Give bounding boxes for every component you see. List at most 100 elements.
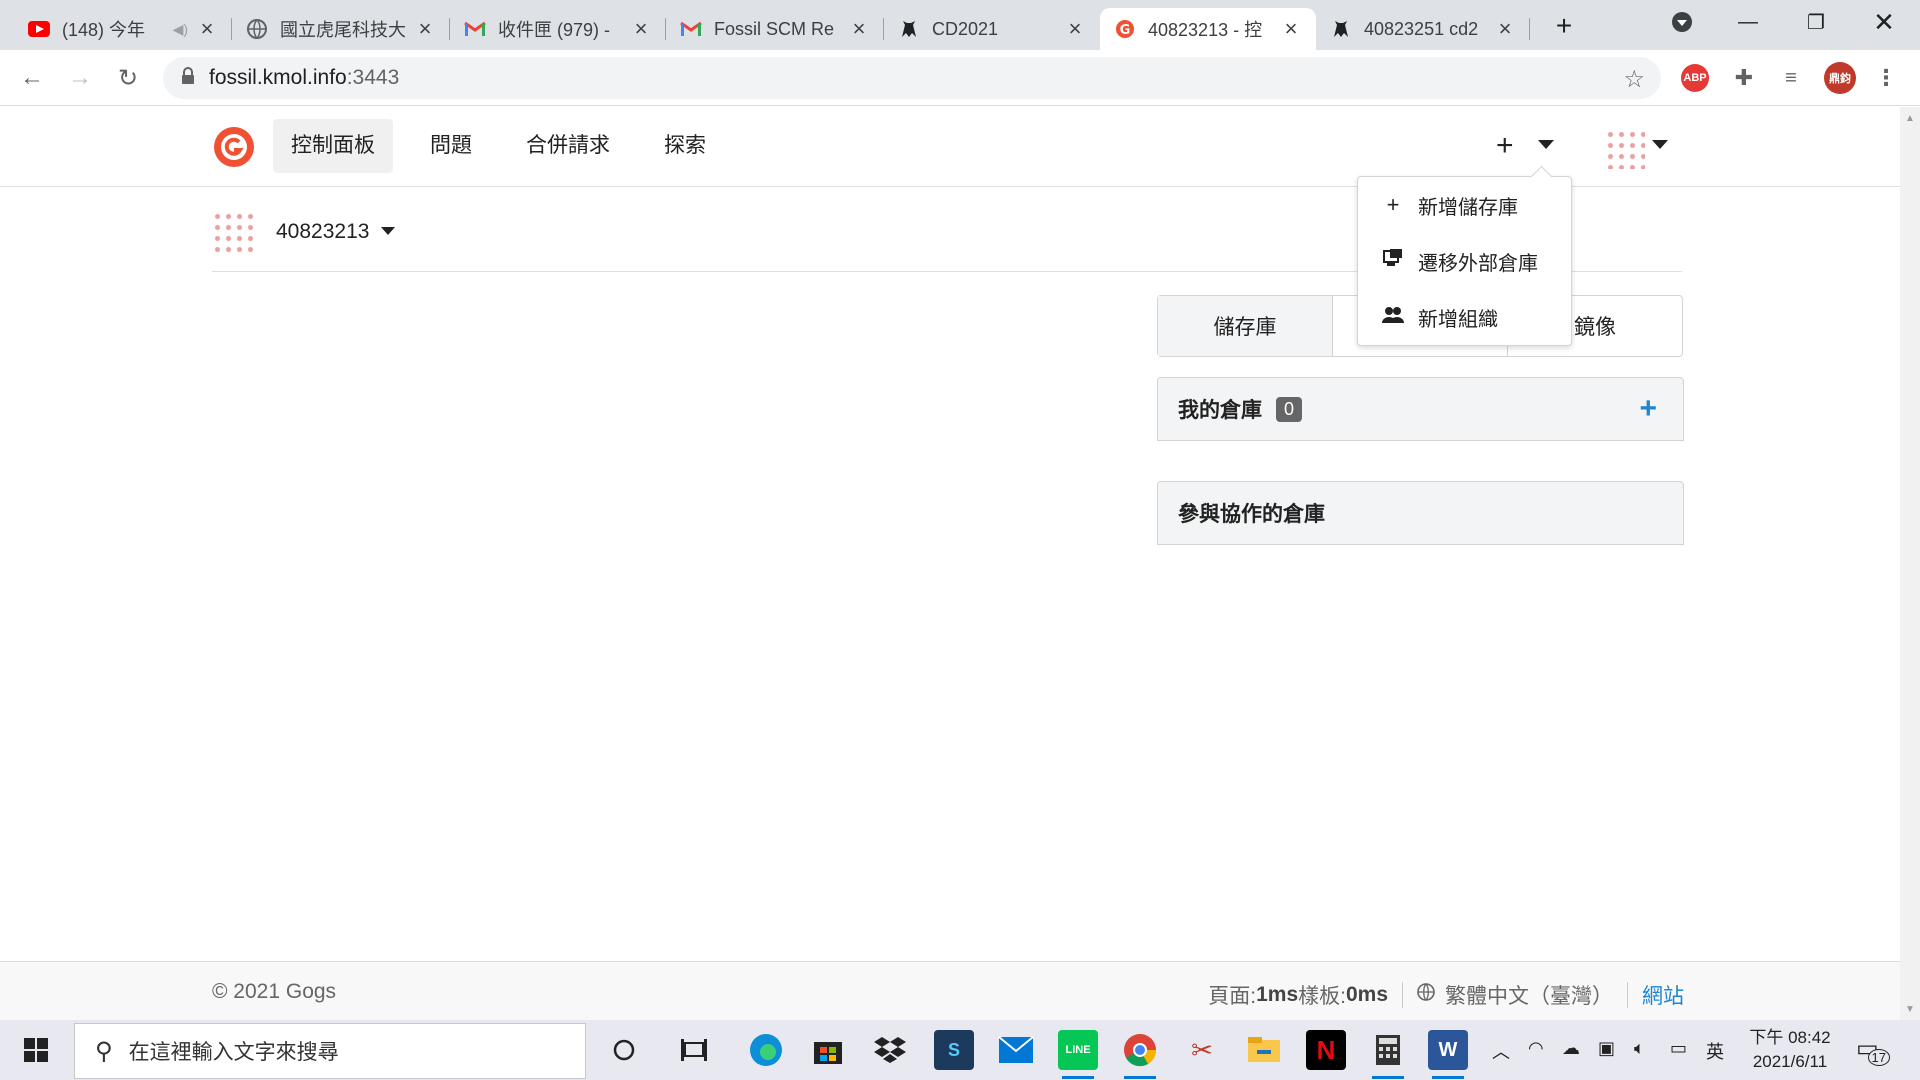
clock-date: 2021/6/11 (1752, 1052, 1828, 1071)
profile-avatar[interactable]: 鼎鈞 (1824, 62, 1856, 94)
browser-tab-gogs-active[interactable]: G 40823213 - 控 × (1100, 8, 1316, 50)
edge-browser-icon[interactable] (746, 1030, 786, 1070)
back-arrow-icon[interactable]: ← (12, 58, 52, 98)
browser-menu-icon[interactable]: ⋮ (1872, 64, 1900, 92)
calculator-icon[interactable] (1368, 1030, 1408, 1079)
menu-migrate-repo[interactable]: 遷移外部倉庫 (1358, 233, 1571, 289)
browser-tab-gmail-fossil[interactable]: Fossil SCM Re × (666, 8, 884, 50)
mail-icon[interactable] (996, 1030, 1036, 1070)
dropbox-icon[interactable] (870, 1030, 910, 1070)
adblock-plus-label: ABP (1683, 72, 1707, 84)
menu-new-org[interactable]: 新增組織 (1358, 289, 1571, 345)
gogs-logo-icon[interactable] (212, 125, 256, 174)
top-navbar: 控制面板 問題 合併請求 探索 + (0, 107, 1900, 187)
show-hidden-icons-icon[interactable]: ︿ (1492, 1038, 1510, 1064)
forward-arrow-icon[interactable]: → (60, 58, 100, 98)
chrome-icon[interactable] (1120, 1030, 1160, 1079)
create-dropdown-menu: + 新增儲存庫 遷移外部倉庫 新增組織 (1357, 176, 1572, 346)
bookmark-star-icon[interactable]: ☆ (1623, 65, 1645, 94)
microsoft-store-icon[interactable] (808, 1030, 848, 1070)
repo-clone-icon (1382, 248, 1404, 274)
lock-icon[interactable] (181, 66, 195, 90)
notification-center-icon[interactable]: ▭ 17 (1854, 1034, 1890, 1066)
ime-indicator[interactable]: 英 (1706, 1038, 1724, 1064)
network-icon[interactable]: ▣ (1598, 1038, 1615, 1059)
user-menu-caret-icon[interactable] (1652, 137, 1668, 155)
adblock-plus-icon[interactable]: ABP (1681, 64, 1709, 92)
minimize-window-icon[interactable]: — (1718, 0, 1778, 44)
extensions-puzzle-icon[interactable]: ✚ (1730, 64, 1758, 92)
gmail-icon (464, 18, 486, 40)
battery-icon[interactable]: ▭ (1670, 1038, 1687, 1059)
user-avatar[interactable] (1605, 129, 1645, 169)
app-launcher-icon[interactable]: S (934, 1030, 974, 1070)
taskbar-search-box[interactable]: ⚲ 在這裡輸入文字來搜尋 (74, 1023, 586, 1079)
nav-explore[interactable]: 探索 (646, 119, 724, 173)
globe-icon (1417, 983, 1435, 1007)
browser-tab-title: CD2021 (932, 18, 999, 39)
context-dropdown-caret-icon[interactable] (381, 223, 396, 241)
restore-window-icon[interactable]: ❐ (1786, 0, 1846, 44)
new-tab-button[interactable]: + (1534, 4, 1594, 48)
cortana-icon[interactable] (604, 1030, 644, 1070)
browser-tab-youtube[interactable]: (148) 今年 ◀) × (14, 8, 232, 50)
url-port: :3443 (346, 66, 400, 89)
browser-tab-title: 國立虎尾科技大 (280, 20, 406, 40)
close-window-icon[interactable]: ✕ (1854, 0, 1914, 44)
browser-tab-40823251[interactable]: 40823251 cd2 × (1316, 8, 1530, 50)
scroll-down-icon[interactable]: ▼ (1905, 1004, 1915, 1015)
page-time-value: 1ms (1256, 983, 1299, 1006)
gogs-icon: G (1114, 18, 1136, 40)
menu-new-repo[interactable]: + 新增儲存庫 (1358, 177, 1571, 233)
volume-icon[interactable]: 🔈︎ (1634, 1038, 1645, 1059)
website-link[interactable]: 網站 (1642, 980, 1684, 1010)
nav-dashboard[interactable]: 控制面板 (273, 119, 393, 173)
nav-issues[interactable]: 問題 (412, 119, 490, 173)
media-control-icon[interactable]: ≡ (1777, 64, 1805, 92)
context-switcher[interactable]: 40823213 (212, 207, 396, 257)
github-icon (1330, 18, 1352, 40)
snipping-tool-icon[interactable]: ✂ (1182, 1030, 1222, 1070)
line-app-icon[interactable]: LINE (1058, 1030, 1098, 1079)
close-tab-icon[interactable]: × (414, 16, 436, 42)
tab-search-icon[interactable] (1652, 0, 1712, 44)
close-tab-icon[interactable]: × (196, 16, 218, 42)
globe-icon (246, 18, 268, 40)
system-clock[interactable]: 下午 08:42 2021/6/11 (1742, 1026, 1838, 1074)
wifi-icon[interactable]: ◠ (1528, 1038, 1544, 1059)
collab-repos-title: 參與協作的倉庫 (1178, 503, 1325, 526)
tab-repositories[interactable]: 儲存庫 (1158, 296, 1333, 356)
create-plus-icon[interactable]: + (1496, 129, 1514, 163)
close-tab-icon[interactable]: × (1494, 16, 1516, 42)
page-footer: © 2021 Gogs 頁面: 1ms 樣板: 0ms 繁體中文（臺灣） 網站 (0, 961, 1900, 1021)
task-view-icon[interactable] (674, 1030, 714, 1070)
search-placeholder: 在這裡輸入文字來搜尋 (128, 1041, 339, 1064)
close-tab-icon[interactable]: × (1064, 16, 1086, 42)
browser-tab-nfu[interactable]: 國立虎尾科技大 × (232, 8, 450, 50)
template-time-label: 樣板: (1298, 985, 1346, 1008)
address-bar[interactable]: fossil.kmol.info:3443 ☆ (163, 57, 1661, 99)
browser-tab-strip: (148) 今年 ◀) × 國立虎尾科技大 × 收件匣 (979) - × Fo… (0, 0, 1920, 50)
onedrive-icon[interactable]: ☁ (1562, 1038, 1580, 1059)
svg-text:G: G (1120, 23, 1131, 38)
close-tab-icon[interactable]: × (848, 16, 870, 42)
github-icon (898, 18, 920, 40)
create-dropdown-caret-icon[interactable] (1538, 137, 1554, 155)
netflix-icon[interactable]: N (1306, 1030, 1346, 1070)
add-repo-plus-icon[interactable]: + (1639, 392, 1657, 426)
word-icon[interactable]: W (1428, 1030, 1468, 1079)
profile-initials: 鼎鈞 (1829, 73, 1851, 85)
file-explorer-icon[interactable] (1244, 1030, 1284, 1070)
windows-start-icon[interactable] (16, 1030, 56, 1070)
scroll-up-icon[interactable]: ▲ (1905, 113, 1915, 124)
page-scrollbar[interactable]: ▲ ▼ (1900, 107, 1920, 1021)
close-tab-icon[interactable]: × (1280, 16, 1302, 42)
reload-icon[interactable]: ↻ (108, 58, 148, 98)
browser-tab-gmail-inbox[interactable]: 收件匣 (979) - × (450, 8, 666, 50)
close-tab-icon[interactable]: × (630, 16, 652, 42)
browser-tab-cd2021[interactable]: CD2021 × (884, 8, 1100, 50)
clock-time: 下午 08:42 (1749, 1028, 1831, 1047)
muted-audio-icon[interactable]: ◀) (173, 21, 188, 38)
language-selector[interactable]: 繁體中文（臺灣） (1445, 980, 1613, 1010)
nav-pull-requests[interactable]: 合併請求 (508, 119, 628, 173)
